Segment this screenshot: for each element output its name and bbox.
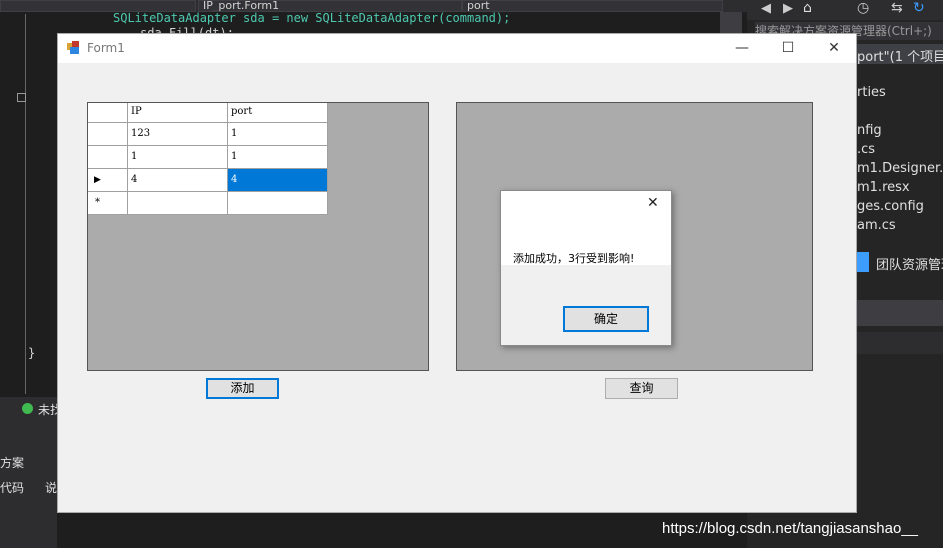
panel-tab[interactable]: 方案 [0,454,24,471]
message-box: ✕ 添加成功，3行受到影响! 确定 [500,190,672,346]
cell-port-selected[interactable]: 4 [228,169,328,192]
query-button[interactable]: 查询 [605,378,678,399]
tree-item-resx[interactable]: m1.resx [857,180,910,195]
close-button[interactable]: ✕ [811,34,857,63]
project-node[interactable]: port"(1 个项目/ [857,46,943,65]
tree-item-properties[interactable]: rties [857,85,886,100]
collapse-icon[interactable] [17,93,26,102]
row-header[interactable] [88,146,128,169]
title-bar[interactable]: Form1 — ☐ ✕ [58,34,856,63]
properties-row [857,332,943,354]
ok-button[interactable]: 确定 [563,306,649,332]
app-icon [67,41,79,54]
tree-item-designer[interactable]: m1.Designer.cs [857,161,943,176]
current-row-indicator-icon[interactable]: ▶ [88,169,128,192]
row-header[interactable] [88,123,128,146]
cell-ip[interactable]: 4 [128,169,228,192]
grid-corner-header[interactable] [88,103,128,123]
add-button[interactable]: 添加 [206,378,279,399]
home-icon[interactable]: ⌂ [803,0,812,16]
new-row-indicator-icon[interactable]: * [88,192,128,215]
code-line-1[interactable]: SQLiteDataAdapter sda = new SQLiteDataAd… [113,11,510,25]
refresh-icon[interactable]: ↻ [913,0,925,16]
history-icon[interactable]: ◷ [857,0,869,16]
tree-item-cs[interactable]: .cs [857,142,875,157]
column-header-port[interactable]: port [228,103,328,123]
message-box-footer [501,265,671,345]
solution-tab-marker [857,252,869,272]
panel-column-desc[interactable]: 说 [45,479,57,496]
maximize-button[interactable]: ☐ [765,34,811,63]
cell-port[interactable] [228,192,328,215]
code-gutter [0,12,60,397]
output-panel [0,397,57,548]
cell-port[interactable]: 1 [228,123,328,146]
minimize-button[interactable]: — [719,34,765,63]
data-grid-left[interactable]: IP port 123 1 1 1 ▶ 4 4 * [87,102,429,371]
form-window: Form1 — ☐ ✕ IP port 123 1 1 1 ▶ 4 4 * 添加… [57,33,857,513]
code-line-2[interactable]: sda.Fill(dt); [140,26,234,33]
forward-icon[interactable]: ▶ [783,1,793,16]
cell-port[interactable]: 1 [228,146,328,169]
back-icon[interactable]: ◀ [761,1,771,16]
watermark: https://blog.csdn.net/tangjiasanshao__ [662,520,919,537]
tree-item-program[interactable]: am.cs [857,218,896,233]
panel-column-code[interactable]: 代码 [0,479,24,496]
sync-icon[interactable]: ⇆ [891,0,903,16]
message-text: 添加成功，3行受到影响! [513,252,635,265]
check-icon [22,403,33,414]
indent-guide [25,14,26,394]
column-header-ip[interactable]: IP [128,103,228,123]
cell-ip[interactable]: 123 [128,123,228,146]
closing-brace: } [28,346,36,360]
message-box-close-icon[interactable]: ✕ [647,195,659,211]
tree-item-packages[interactable]: ges.config [857,199,924,214]
team-explorer-tab[interactable]: 团队资源管理 [876,254,943,273]
cell-ip[interactable] [128,192,228,215]
cell-ip[interactable]: 1 [128,146,228,169]
properties-header [857,300,943,326]
window-title: Form1 [87,41,125,55]
solution-toolbar: ◀ ▶ ⌂ ◷ ⇆ ↻ [747,0,943,20]
